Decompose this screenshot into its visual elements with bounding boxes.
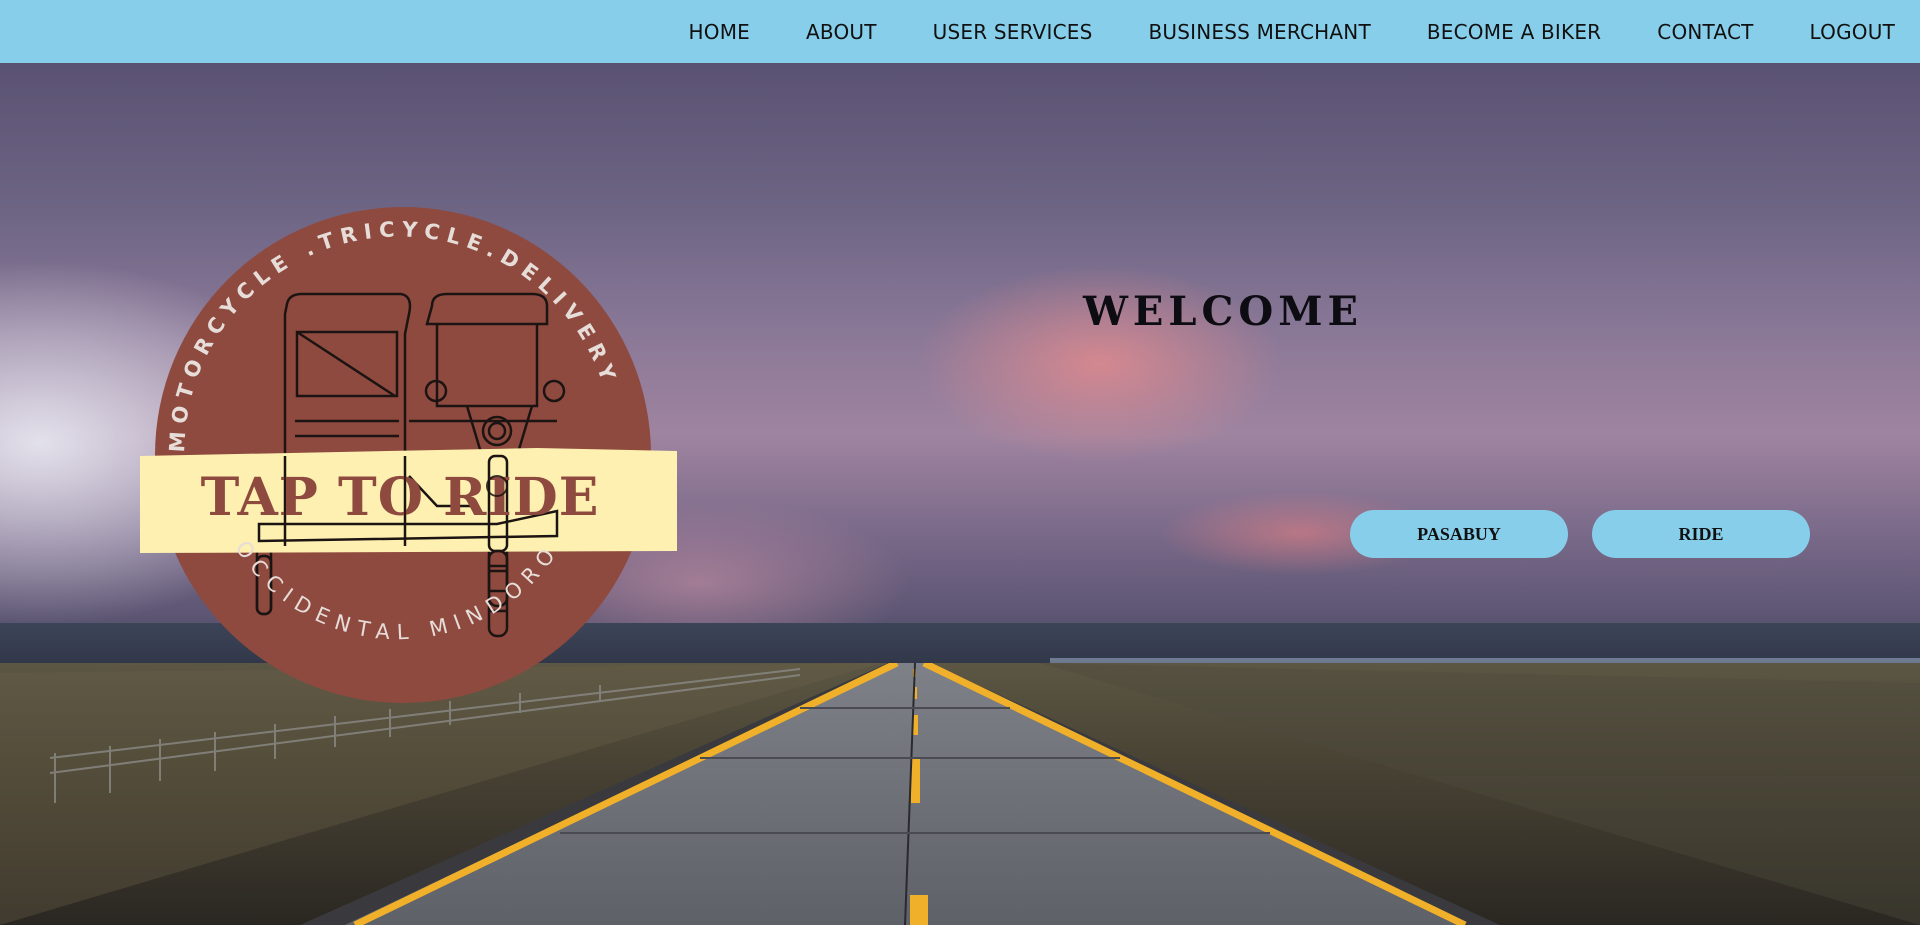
nav-become-a-biker[interactable]: BECOME A BIKER [1427,20,1601,44]
welcome-heading: WELCOME [1083,288,1363,335]
nav-logout[interactable]: LOGOUT [1810,20,1895,44]
nav-business-merchant[interactable]: BUSINESS MERCHANT [1149,20,1371,44]
ride-button[interactable]: RIDE [1592,510,1810,558]
nav-contact[interactable]: CONTACT [1657,20,1753,44]
logo-banner-text: TAP TO RIDE [201,467,600,528]
hero-section: MOTORCYCLE .TRICYCLE.DELIVERY TAP TO RID… [0,63,1920,925]
nav-home[interactable]: HOME [689,20,750,44]
top-navbar: HOME ABOUT USER SERVICES BUSINESS MERCHA… [0,0,1920,63]
pasabuy-button[interactable]: PASABUY [1350,510,1568,558]
tap-to-ride-logo: MOTORCYCLE .TRICYCLE.DELIVERY TAP TO RID… [140,207,677,703]
nav-user-services[interactable]: USER SERVICES [933,20,1093,44]
nav-about[interactable]: ABOUT [806,20,877,44]
